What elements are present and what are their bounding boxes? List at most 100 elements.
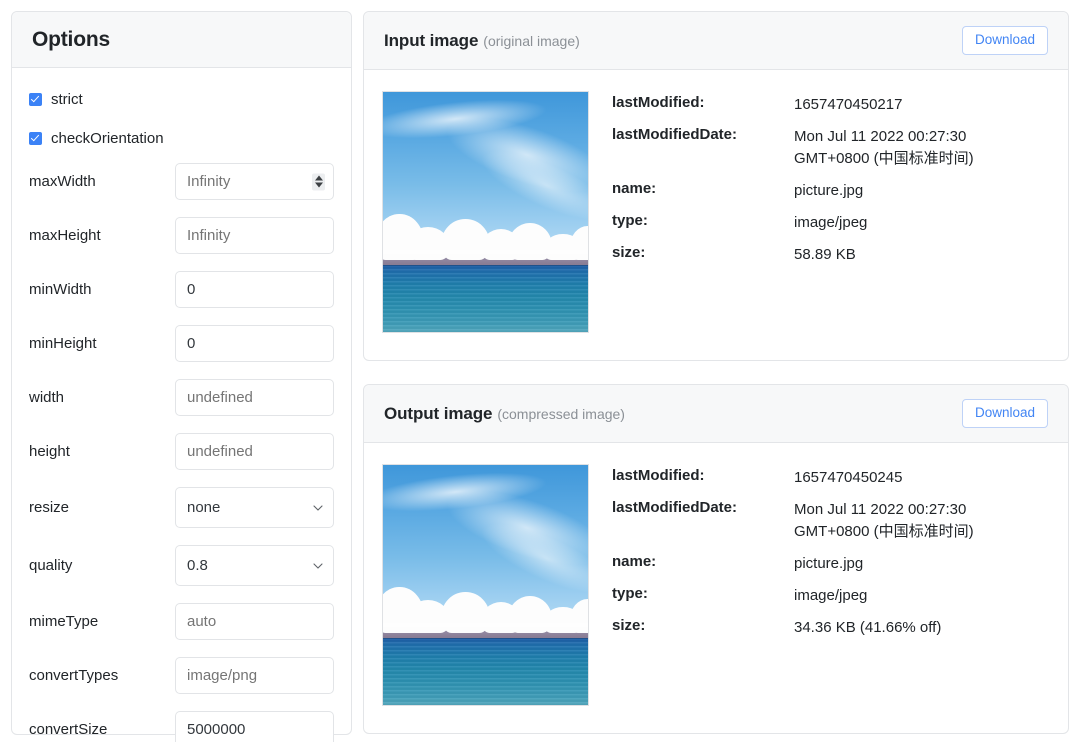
field-label-convertSize: convertSize [29,721,108,738]
metadata-key: lastModified: [612,467,705,484]
field-label-resize: resize [29,499,70,516]
field-control-convertSize [175,711,334,742]
options-body: strict checkOrientation maxWidth maxHeight m… [12,68,351,742]
number-stepper-maxWidth[interactable] [312,173,325,190]
field-row-resize: resize none [29,487,334,528]
metadata-value: 1657470450245 [794,469,903,486]
metadata-row: lastModifiedDate: Mon Jul 11 2022 00:27:3… [612,499,1048,542]
metadata-row: name: picture.jpg [612,180,1048,201]
field-control-height [175,433,334,470]
field-control-maxHeight [175,217,334,254]
app-root: Options strict checkOrientation maxWidth ma… [0,0,1080,742]
input-height[interactable] [175,433,334,470]
horizon-line [383,264,588,267]
field-label-width: width [29,389,65,406]
image-card-body: lastModified: 1657470450245 lastModifiedDa… [364,443,1068,706]
checkbox-label-checkOrientation: checkOrientation [51,130,164,147]
image-metadata-list: lastModified: 1657470450245 lastModifiedDa… [612,464,1048,706]
horizon-haze [383,250,588,265]
metadata-row: size: 58.89 KB [612,244,1048,265]
download-button[interactable]: Download [961,26,1048,55]
stepper-down-icon[interactable] [314,182,323,188]
metadata-key: lastModifiedDate: [612,499,738,517]
metadata-key: lastModifiedDate: [612,126,738,144]
image-card-title-group: Output image (compressed image) [384,404,625,424]
options-column: Options strict checkOrientation maxWidth ma… [0,0,352,742]
field-row-width: width [29,379,334,416]
metadata-key: type: [612,212,648,230]
page-title: Options [32,27,110,51]
input-minWidth[interactable] [175,271,334,308]
checkbox-label-strict: strict [51,91,83,108]
checkbox-checked-icon[interactable] [29,132,42,145]
metadata-value: Mon Jul 11 2022 00:27:30 GMT+0800 (中国标准时… [794,128,974,167]
metadata-row: lastModified: 1657470450217 [612,94,1048,115]
image-card-title: Output image [384,403,493,423]
field-label-mimeType: mimeType [29,613,99,630]
field-row-mimeType: mimeType [29,603,334,640]
image-metadata-list: lastModified: 1657470450217 lastModifiedDa… [612,91,1048,333]
image-thumbnail [382,91,589,333]
image-card-body: lastModified: 1657470450217 lastModifiedDa… [364,70,1068,333]
field-control-width [175,379,334,416]
input-maxHeight[interactable] [175,217,334,254]
metadata-key: name: [612,179,657,197]
stepper-up-icon[interactable] [314,175,323,181]
metadata-row: lastModified: 1657470450245 [612,467,1048,488]
image-card-header: Input image (original image) Download [364,12,1068,70]
metadata-value: image/jpeg [794,587,868,605]
image-thumbnail [382,464,589,706]
input-convertTypes[interactable] [175,657,334,694]
water-layer [383,637,588,705]
select-resize[interactable]: none [175,487,334,528]
horizon-line [383,637,588,640]
metadata-value: 34.36 KB (41.66% off) [794,619,942,637]
select-quality[interactable]: 0.8 [175,545,334,586]
field-row-minWidth: minWidth [29,271,334,308]
input-maxWidth[interactable] [175,163,334,200]
metadata-value: 1657470450217 [794,96,903,113]
checkbox-row-checkOrientation[interactable]: checkOrientation [29,124,334,153]
input-mimeType[interactable] [175,603,334,640]
metadata-row: size: 34.36 KB (41.66% off) [612,617,1048,638]
input-minHeight[interactable] [175,325,334,362]
metadata-key: size: [612,617,646,635]
select-value-quality: 0.8 [187,557,208,574]
download-button[interactable]: Download [961,399,1048,428]
metadata-key: type: [612,585,648,603]
metadata-value: picture.jpg [794,181,864,199]
field-control-minWidth [175,271,334,308]
image-card-header: Output image (compressed image) Download [364,385,1068,443]
select-value-resize: none [187,499,221,516]
options-card: Options strict checkOrientation maxWidth ma… [11,11,352,742]
field-control-mimeType [175,603,334,640]
field-control-resize: none [175,487,334,528]
metadata-value: 58.89 KB [794,246,856,264]
field-row-convertSize: convertSize [29,711,334,742]
metadata-key: lastModified: [612,94,705,111]
field-control-minHeight [175,325,334,362]
input-convertSize[interactable] [175,711,334,742]
field-label-minWidth: minWidth [29,281,92,298]
field-row-quality: quality 0.8 [29,545,334,586]
field-row-height: height [29,433,334,470]
image-card-subtitle: (compressed image) [497,405,625,422]
metadata-row: name: picture.jpg [612,553,1048,574]
options-card-header: Options [12,12,351,68]
image-card-title: Input image [384,30,479,50]
field-row-maxHeight: maxHeight [29,217,334,254]
image-card-subtitle: (original image) [483,32,580,49]
field-control-quality: 0.8 [175,545,334,586]
checkbox-row-strict[interactable]: strict [29,85,334,114]
metadata-value: picture.jpg [794,554,864,572]
input-width[interactable] [175,379,334,416]
chevron-down-icon [313,562,323,572]
metadata-row: type: image/jpeg [612,585,1048,606]
field-row-minHeight: minHeight [29,325,334,362]
checkbox-checked-icon[interactable] [29,93,42,106]
field-label-minHeight: minHeight [29,335,97,352]
metadata-key: name: [612,552,657,570]
image-card: Output image (compressed image) Download la… [363,384,1069,734]
metadata-row: lastModifiedDate: Mon Jul 11 2022 00:27:3… [612,126,1048,169]
image-cards-column: Input image (original image) Download lastM… [352,0,1080,742]
